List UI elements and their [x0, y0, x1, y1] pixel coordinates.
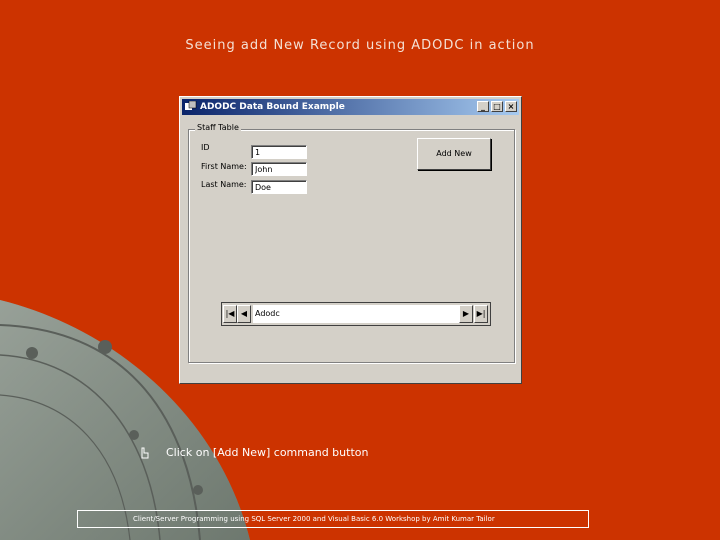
pointing-hand-icon	[141, 447, 149, 459]
add-new-button[interactable]: Add New	[417, 138, 491, 170]
window-titlebar[interactable]: ADODC Data Bound Example _ □ ×	[182, 99, 519, 115]
close-button[interactable]: ×	[505, 101, 517, 112]
adodc-caption: Adodc	[253, 305, 459, 323]
next-record-button[interactable]: ▶	[459, 305, 473, 323]
minimize-button[interactable]: _	[477, 101, 489, 112]
last-name-label: Last Name:	[201, 180, 247, 189]
last-record-button[interactable]: ▶|	[474, 305, 488, 323]
first-name-label: First Name:	[201, 162, 247, 171]
first-name-field[interactable]	[251, 162, 307, 176]
first-record-button[interactable]: |◀	[223, 305, 237, 323]
group-label: Staff Table	[195, 123, 241, 132]
bullet-text: Click on [Add New] command button	[166, 446, 369, 459]
adodc-navigator: |◀ ◀ Adodc ▶ ▶|	[221, 302, 491, 326]
id-field[interactable]	[251, 145, 307, 159]
id-label: ID	[201, 143, 210, 152]
staff-table-group: Staff Table ID First Name: Last Name: Ad…	[188, 123, 515, 363]
previous-record-button[interactable]: ◀	[237, 305, 251, 323]
app-window: ADODC Data Bound Example _ □ × Staff Tab…	[179, 96, 522, 384]
slide-title: Seeing add New Record using ADODC in act…	[185, 38, 535, 53]
window-title: ADODC Data Bound Example	[200, 102, 345, 112]
last-name-field[interactable]	[251, 180, 307, 194]
app-icon	[185, 101, 197, 110]
footer: Client/Server Programming using SQL Serv…	[77, 510, 589, 528]
maximize-button[interactable]: □	[491, 101, 503, 112]
